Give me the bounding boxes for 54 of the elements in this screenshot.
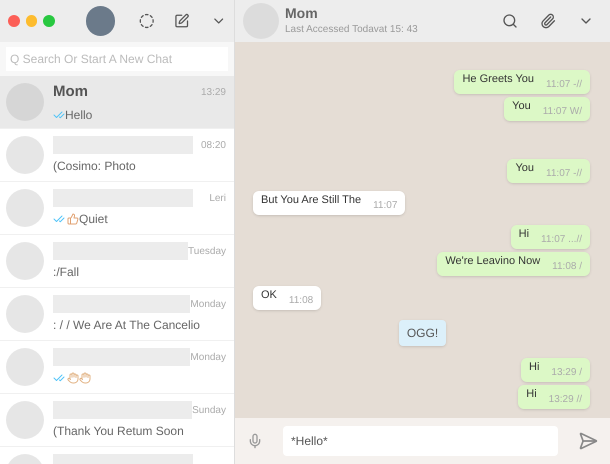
message-text: You [512,101,531,114]
microphone-icon[interactable] [247,433,263,449]
chat-time: Monday [190,350,226,364]
hand-icon [67,372,79,384]
chat-time: 13:29 [200,86,226,100]
message-text: Hi [518,229,530,242]
status-icon[interactable] [138,13,154,29]
send-icon[interactable] [578,431,598,451]
message-time: 13:29 // [548,395,582,405]
message-preview: Quiet [79,211,108,228]
thumbs-up-icon [67,213,79,225]
message-text: We're Leavino Now [445,256,540,269]
last-seen-status: Last Accessed Todavat 15: 43 [285,23,419,38]
message-time: 11:07 ...// [541,235,582,245]
contact-name: Mom [285,4,319,22]
message-text: Hi [526,389,537,402]
message-text: Hi [529,362,540,375]
message-preview: (Cosimo: Photo [53,158,136,175]
message-text: OK [261,290,277,303]
chat-row[interactable]: Mom 13:29 Hello [0,76,234,129]
compose-icon[interactable] [174,13,190,29]
message-preview: : / / We Are At The Cancelio [53,317,200,334]
message-time: 11:08 [288,296,314,306]
message-time: 11:07 [373,201,398,211]
message-preview: Hello [65,107,92,124]
message-time: 11:07 -// [546,80,582,90]
hand-icon [79,372,91,384]
message-input-field[interactable]: *Hello* [283,426,558,456]
date-label: OGG! [398,320,446,346]
chat-time: 08:20 [200,138,226,152]
message-preview: :/Fall [53,264,80,281]
chat-time: Tuesday [188,244,226,258]
message-time: 11:07 -// [546,169,582,179]
contact-avatar [6,401,44,439]
message-time: 11:07 W/ [542,107,582,117]
chat-time: Sunday [192,404,226,418]
paperclip-icon[interactable] [540,13,556,29]
contact-avatar [6,189,44,227]
chat-time: Leri [209,192,226,206]
message-text: You [515,163,534,176]
message-text: But You Are Still The [261,195,362,208]
message-text: He Greets You [462,74,534,87]
contact-avatar [6,242,44,280]
contact-name: Mom [53,82,88,102]
chat-time: Monday [190,298,226,312]
message-time: 13:29 / [551,368,582,378]
contact-avatar [6,136,44,174]
contact-avatar [6,295,44,333]
contact-avatar [6,348,44,386]
message-preview: (Thank You Retum Soon [53,423,184,440]
search-field[interactable]: Q Search Or Start A New Chat [6,47,228,71]
profile-avatar[interactable] [86,6,115,36]
search-icon[interactable] [502,13,518,29]
message-time: 11:08 / [552,262,582,272]
